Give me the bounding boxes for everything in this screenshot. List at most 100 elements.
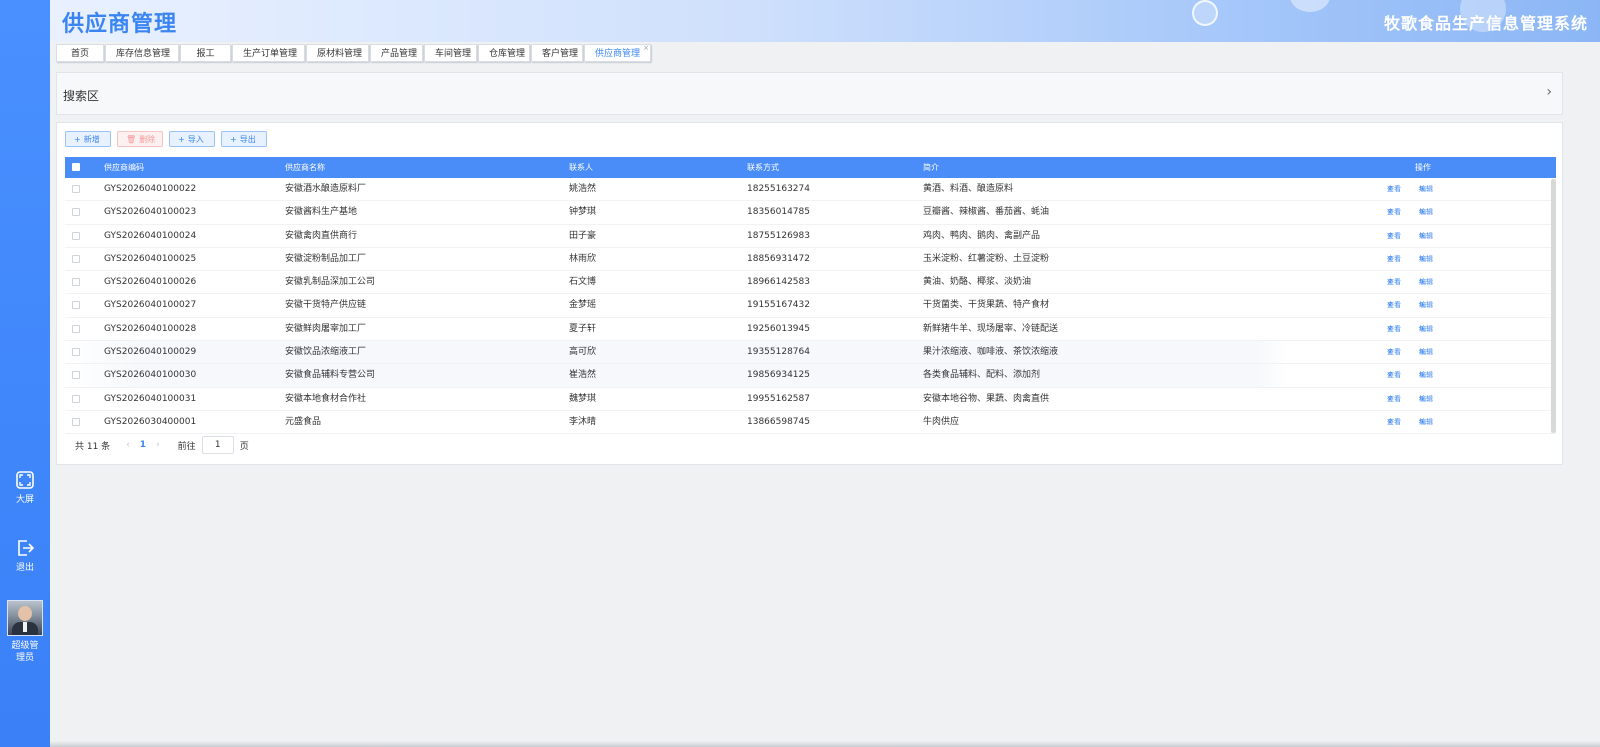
view-label: 查看 <box>1387 254 1401 263</box>
add-button[interactable]: + 新增 <box>65 131 111 147</box>
tab-warehouses[interactable]: 仓库管理 <box>478 44 530 62</box>
row-checkbox[interactable] <box>72 371 80 380</box>
column-header-intro: 简介 <box>923 163 939 172</box>
select-all-checkbox[interactable] <box>72 163 80 171</box>
plus-icon: + <box>230 135 237 144</box>
row-checkbox[interactable] <box>72 185 80 193</box>
search-panel[interactable]: 搜索区 › <box>56 72 1563 115</box>
fullscreen-button[interactable]: 大屏 <box>0 470 50 506</box>
page-number[interactable]: 1 <box>140 440 146 450</box>
table-row: GYS2026040100026 安徽乳制品深加工公司 石文博 18966142583… <box>65 271 1556 295</box>
cell-code: GYS2026040100023 <box>104 207 197 218</box>
delete-button[interactable]: 🗑 删除 <box>117 131 163 147</box>
column-header-name: 供应商名称 <box>285 163 325 172</box>
next-page-icon[interactable]: › <box>156 440 160 450</box>
view-label: 查看 <box>1387 371 1401 380</box>
chevron-right-icon[interactable]: › <box>1546 84 1552 100</box>
row-checkbox[interactable] <box>72 278 80 287</box>
tab-products[interactable]: 产品管理 <box>370 44 423 62</box>
cell-name: 安徽鲜肉屠宰加工厂 <box>285 323 367 334</box>
table-row: GYS2026040100023 安徽酱料生产基地 钟梦琪 18356014785 豆瓣… <box>65 201 1556 225</box>
logout-button[interactable]: 退出 <box>0 538 50 574</box>
cell-name: 安徽酱料生产基地 <box>285 207 358 218</box>
cell-contact: 夏子轩 <box>569 323 597 334</box>
decorative-bubble-icon <box>1192 0 1218 26</box>
tab-workshops[interactable]: 车间管理 <box>424 44 477 62</box>
column-header-phone: 联系方式 <box>747 163 779 172</box>
tab-suppliers[interactable]: 供应商管理 × <box>584 44 651 62</box>
cell-name: 安徽禽肉直供商行 <box>285 230 358 241</box>
export-button[interactable]: + 导出 <box>221 131 267 147</box>
import-button[interactable]: + 导入 <box>169 131 215 147</box>
cell-code: GYS2026040100031 <box>104 393 197 404</box>
row-checkbox[interactable] <box>72 254 80 263</box>
cell-contact: 姚浩然 <box>569 184 597 194</box>
edit-label: 编辑 <box>1419 394 1433 403</box>
row-checkbox[interactable] <box>72 208 80 217</box>
cell-contact: 田子豪 <box>569 230 597 241</box>
cell-contact: 崔浩然 <box>569 370 597 381</box>
row-checkbox[interactable] <box>72 324 80 333</box>
table-row: GYS2026030400001 元盛食品 李沐晴 13866598745 牛肉供应 × … <box>65 411 1556 435</box>
edit-label: 编辑 <box>1419 348 1433 357</box>
fullscreen-icon <box>16 471 34 489</box>
edit-label: 编辑 <box>1419 324 1433 333</box>
plus-icon: + <box>74 135 81 144</box>
page-unit-label: 页 <box>239 441 249 452</box>
cell-phone: 19856934125 <box>747 370 810 381</box>
cell-name: 安徽饮品浓缩液工厂 <box>285 347 367 358</box>
edit-label: 编辑 <box>1419 208 1433 217</box>
row-checkbox[interactable] <box>72 394 80 403</box>
edit-label: 编辑 <box>1419 254 1433 263</box>
cell-code: GYS2026040100029 <box>104 347 197 358</box>
scrollbar-thumb[interactable] <box>1551 179 1556 433</box>
tab-production-orders[interactable]: 生产订单管理 <box>232 44 305 62</box>
table-row: GYS2026040100031 安徽本地食材合作社 魏梦琪 19955162587 安… <box>65 388 1556 411</box>
row-checkbox[interactable] <box>72 417 80 426</box>
user-profile[interactable]: 超级管理员 <box>0 600 50 664</box>
cell-phone: 18966142583 <box>747 277 810 288</box>
edit-label: 编辑 <box>1419 278 1433 287</box>
view-label: 查看 <box>1387 278 1401 287</box>
cell-code: GYS2026040100026 <box>104 277 197 288</box>
table-row: GYS2026040100025 安徽淀粉制品加工厂 林雨欣 18856931472 玉… <box>65 248 1556 272</box>
cell-code: GYS2026040100028 <box>104 323 197 334</box>
table-row: GYS2026040100028 安徽鲜肉屠宰加工厂 夏子轩 19256013945 新… <box>65 318 1556 342</box>
page-title: 供应商管理 <box>62 12 178 37</box>
tab-home[interactable]: 首页 <box>56 44 104 62</box>
decorative-bubble-icon <box>1290 0 1330 12</box>
edit-label: 编辑 <box>1419 231 1433 240</box>
row-checkbox[interactable] <box>72 348 80 357</box>
tab-raw-materials[interactable]: 原材料管理 <box>306 44 369 62</box>
cell-contact: 金梦瑶 <box>569 300 597 311</box>
tab-label: 供应商管理 <box>595 49 641 59</box>
column-header-actions: 操作 <box>1415 163 1431 172</box>
cell-name: 安徽淀粉制品加工厂 <box>285 253 367 264</box>
column-header-contact: 联系人 <box>569 163 593 172</box>
tab-work-report[interactable]: 报工 <box>180 44 231 62</box>
cell-code: GYS2026040100027 <box>104 300 197 311</box>
row-checkbox[interactable] <box>72 231 80 240</box>
system-name: 牧歌食品生产信息管理系统 <box>1383 14 1588 33</box>
cell-code: GYS2026040100025 <box>104 253 197 264</box>
plus-icon: + <box>178 135 185 144</box>
cell-intro: 各类食品辅料、配料、添加剂 <box>923 370 1041 381</box>
view-label: 查看 <box>1387 185 1401 193</box>
table-body: GYS2026040100022 安徽酒水酿造原料厂 姚浩然 18255163274 黄… <box>65 178 1556 435</box>
view-label: 查看 <box>1387 324 1401 333</box>
tab-bar: 首页 库存信息管理 报工 生产订单管理 原材料管理 产品管理 车间管理 仓库管理… <box>56 44 652 64</box>
cell-intro: 玉米淀粉、红薯淀粉、土豆淀粉 <box>923 253 1050 264</box>
cell-intro: 果汁浓缩液、咖啡液、茶饮浓缩液 <box>923 347 1059 358</box>
top-header: 供应商管理 牧歌食品生产信息管理系统 <box>50 0 1600 42</box>
cell-intro: 安徽本地谷物、果蔬、肉禽直供 <box>923 393 1050 404</box>
prev-page-icon[interactable]: ‹ <box>126 440 130 450</box>
tab-customers[interactable]: 客户管理 <box>531 44 583 62</box>
tab-inventory[interactable]: 库存信息管理 <box>105 44 179 62</box>
goto-page-input[interactable]: 1 <box>201 436 234 454</box>
row-checkbox[interactable] <box>72 301 80 310</box>
close-icon[interactable]: × <box>643 44 649 52</box>
view-label: 查看 <box>1387 417 1401 426</box>
cell-code: GYS2026040100030 <box>104 370 197 381</box>
left-sidebar: 大屏 退出 超级管理员 <box>0 0 50 747</box>
edit-label: 编辑 <box>1419 185 1433 193</box>
